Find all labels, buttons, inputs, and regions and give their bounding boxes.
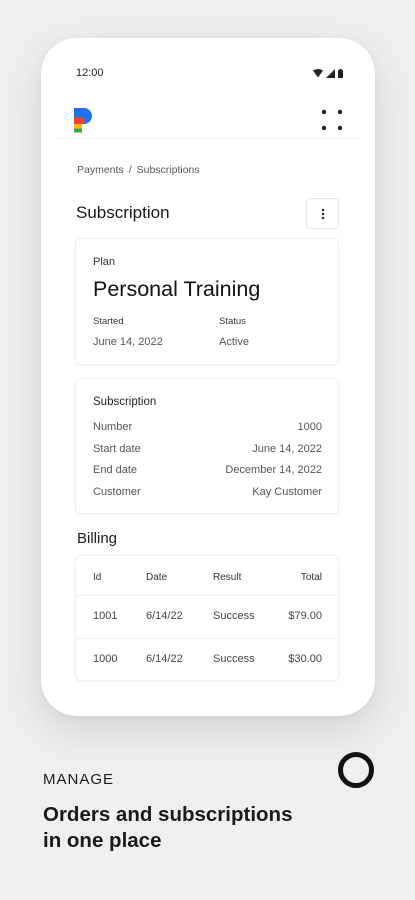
status-label: Status [219, 316, 246, 327]
detail-row-start-date: Start date June 14, 2022 [93, 443, 322, 455]
status-value: Active [219, 336, 249, 348]
detail-value: June 14, 2022 [252, 443, 322, 455]
table-row[interactable]: 1001 6/14/22 Success $79.00 [76, 595, 338, 637]
detail-label: Number [93, 421, 133, 433]
breadcrumb: Payments / Subscriptions [77, 164, 200, 176]
more-vertical-icon [321, 208, 324, 219]
billing-table-header: Id Date Result Total [76, 556, 338, 598]
cell-result: Success [213, 653, 255, 665]
detail-label: Start date [93, 443, 141, 455]
cell-total: $79.00 [288, 610, 322, 622]
ring-icon [338, 752, 374, 788]
detail-label: Customer [93, 486, 141, 498]
plan-name: Personal Training [93, 277, 261, 301]
detail-label: End date [93, 464, 138, 476]
plan-card: Plan Personal Training Started June 14, … [75, 238, 339, 365]
breadcrumb-separator: / [128, 164, 132, 176]
cell-date: 6/14/22 [146, 610, 183, 622]
status-bar: 12:00 [76, 66, 343, 80]
subscription-details-card: Subscription Number 1000 Start date June… [75, 378, 339, 514]
apps-grid-icon[interactable] [321, 109, 343, 131]
column-header-result: Result [213, 571, 242, 583]
plan-label: Plan [93, 256, 116, 268]
subscription-details-title: Subscription [93, 396, 157, 408]
cell-signal-icon [326, 68, 335, 78]
cell-date: 6/14/22 [146, 653, 183, 665]
detail-value[interactable]: Kay Customer [252, 486, 322, 498]
column-header-total: Total [300, 571, 322, 583]
cell-id: 1000 [93, 653, 118, 665]
status-time: 12:00 [76, 67, 104, 79]
breadcrumb-subscriptions[interactable]: Subscriptions [137, 164, 200, 176]
detail-value: 1000 [297, 421, 322, 433]
page-title: Subscription [76, 203, 170, 222]
caption-kicker: MANAGE [43, 771, 115, 788]
app-bar [73, 100, 343, 140]
caption-headline: Orders and subscriptions in one place [43, 802, 343, 854]
started-label: Started [93, 316, 124, 327]
billing-table: Id Date Result Total 1001 6/14/22 Succes… [75, 555, 339, 681]
app-bar-divider [57, 138, 359, 139]
cell-total: $30.00 [288, 653, 322, 665]
battery-icon [338, 68, 343, 78]
cell-result: Success [213, 610, 255, 622]
cell-id: 1001 [93, 610, 118, 622]
wifi-icon [313, 68, 323, 77]
detail-row-end-date: End date December 14, 2022 [93, 464, 322, 476]
detail-row-customer: Customer Kay Customer [93, 486, 322, 498]
breadcrumb-payments[interactable]: Payments [77, 164, 124, 176]
table-row[interactable]: 1000 6/14/22 Success $30.00 [76, 638, 338, 680]
caption-headline-line: in one place [43, 829, 162, 852]
more-options-button[interactable] [306, 198, 339, 229]
phone-frame: 12:00 Payments / Subscriptions Subscript… [41, 38, 375, 716]
status-icons [313, 68, 343, 78]
detail-row-number: Number 1000 [93, 421, 322, 433]
column-header-id: Id [93, 571, 102, 583]
started-value: June 14, 2022 [93, 336, 163, 348]
app-logo-icon[interactable] [73, 107, 95, 133]
column-header-date: Date [146, 571, 168, 583]
billing-title: Billing [77, 530, 118, 547]
caption-headline-line: Orders and subscriptions [43, 803, 293, 826]
detail-value: December 14, 2022 [225, 464, 322, 476]
